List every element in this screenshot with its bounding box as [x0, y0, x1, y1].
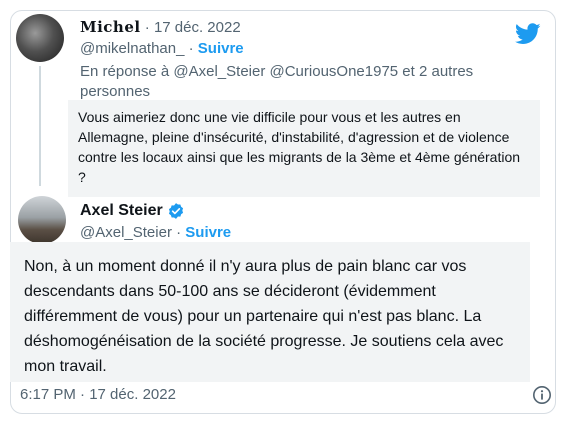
thread-connector-line: [39, 66, 41, 186]
main-author-name[interactable]: Axel Steier: [80, 201, 163, 221]
main-tweet-text: Non, à un moment donné il n'y aura plus …: [10, 242, 530, 382]
replying-to-text[interactable]: En réponse à @Axel_Steier @CuriousOne197…: [80, 62, 520, 102]
reply-author-header: Michel · 17 déc. 2022: [80, 18, 241, 37]
main-author-handle[interactable]: @Axel_Steier: [80, 224, 172, 241]
tweet-timestamp[interactable]: 6:17 PM · 17 déc. 2022: [20, 385, 176, 405]
reply-date-separator: ·: [140, 19, 154, 36]
main-follow-button[interactable]: Suivre: [185, 224, 231, 241]
reply-author-handle[interactable]: @mikelnathan_: [80, 40, 184, 57]
reply-tweet-text: Vous aimeriez donc une vie difficile pou…: [68, 100, 540, 197]
main-handle-separator: ·: [171, 224, 186, 241]
reply-handle-separator: ·: [184, 40, 198, 57]
reply-author-avatar[interactable]: [16, 14, 64, 62]
main-handle-row: @Axel_Steier · Suivre: [80, 224, 231, 242]
reply-follow-button[interactable]: Suivre: [198, 40, 244, 57]
reply-handle-row: @mikelnathan_ · Suivre: [80, 40, 244, 58]
main-author-header: Axel Steier: [80, 201, 185, 221]
reply-date[interactable]: 17 déc. 2022: [154, 19, 241, 36]
info-icon[interactable]: [532, 385, 552, 405]
main-author-avatar[interactable]: [18, 196, 66, 244]
twitter-logo-icon[interactable]: [515, 23, 541, 45]
verified-badge-icon: [167, 202, 185, 220]
reply-author-name[interactable]: Michel: [80, 18, 141, 36]
